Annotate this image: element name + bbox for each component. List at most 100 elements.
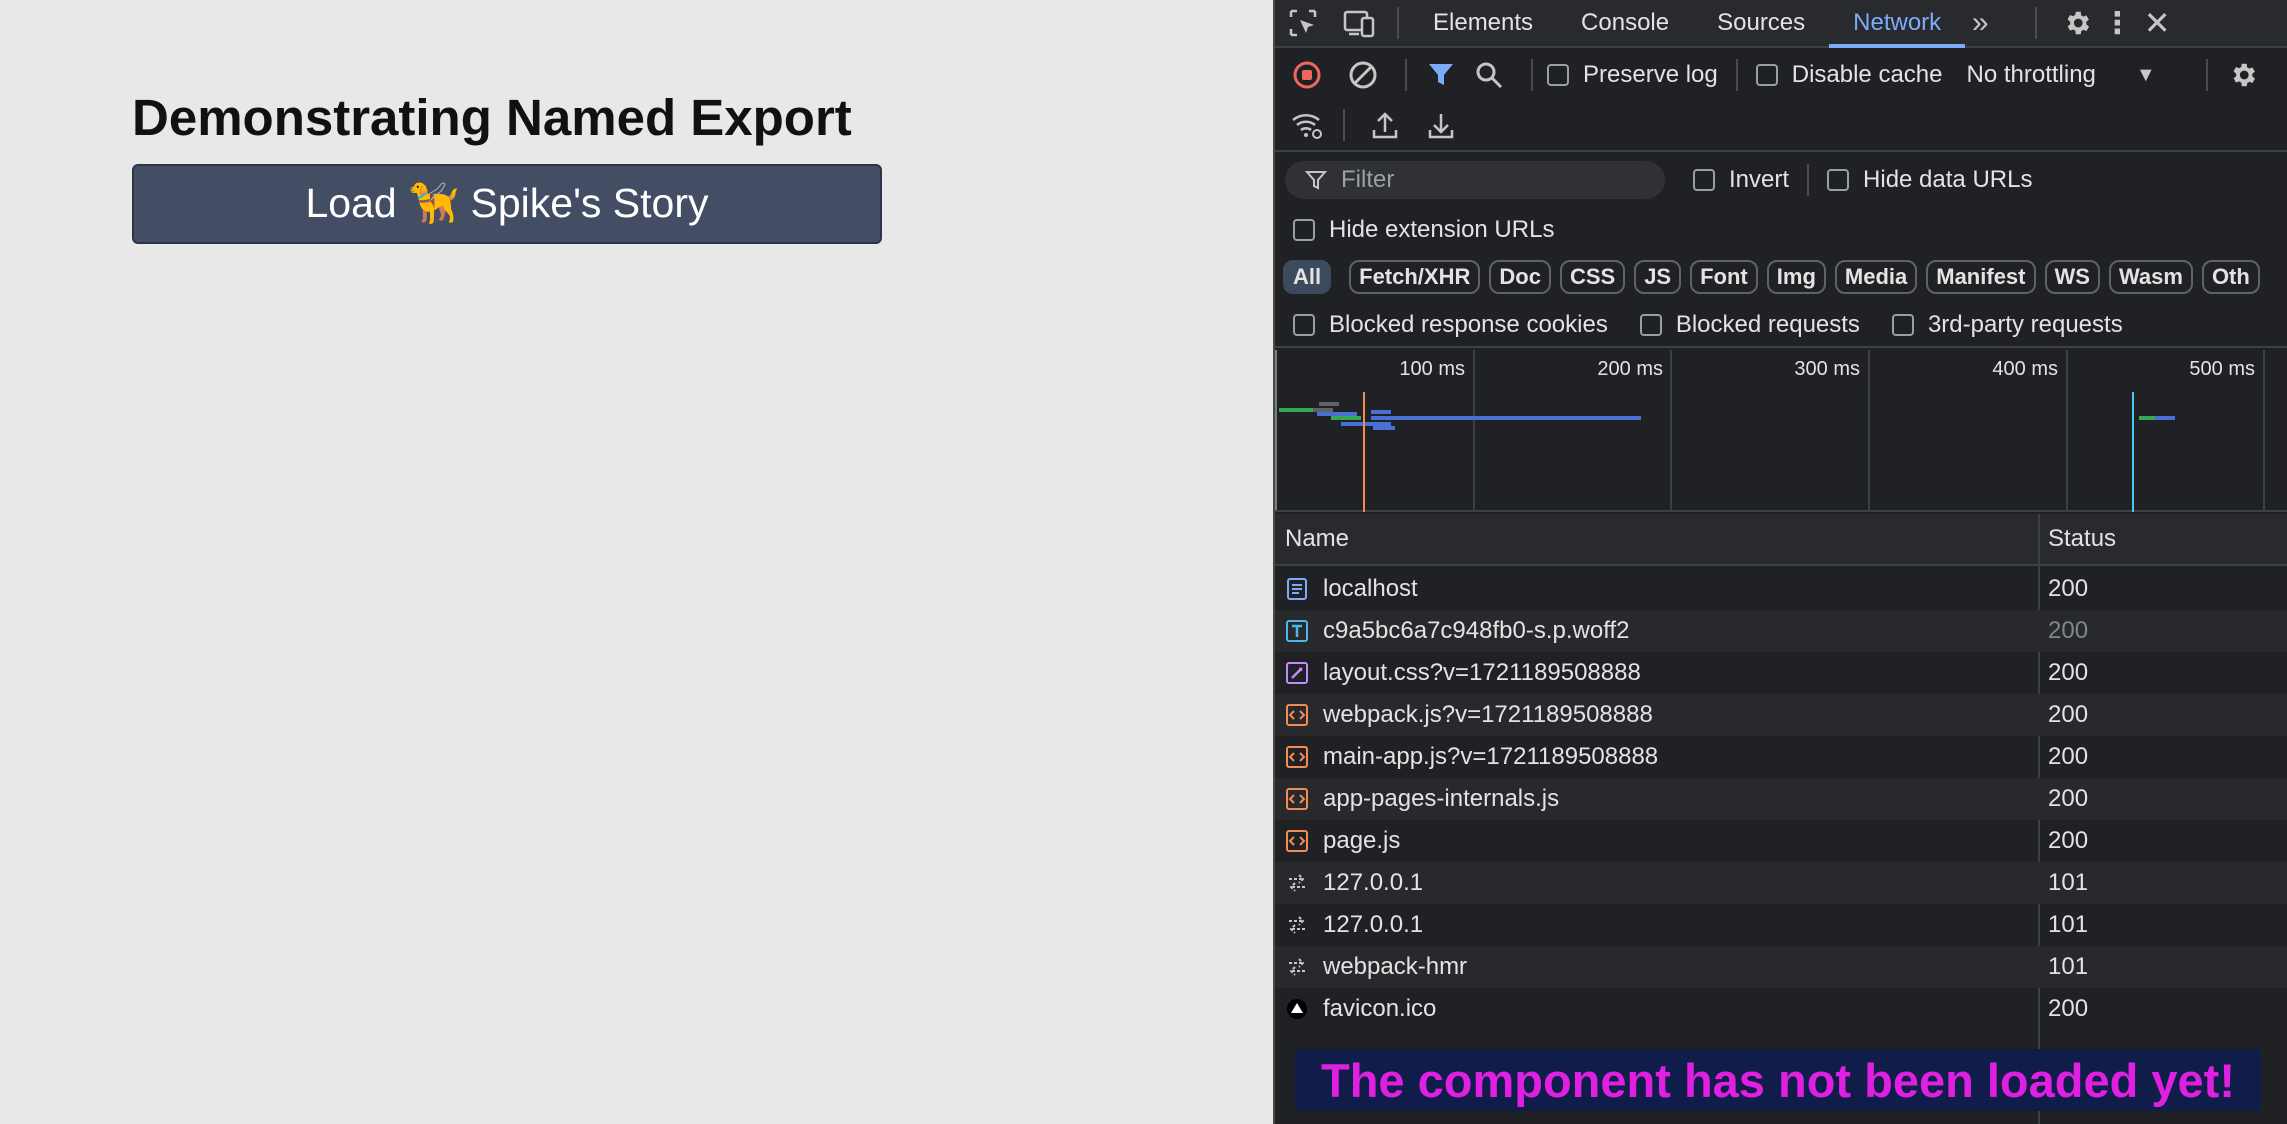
request-name-cell: localhost (1285, 575, 1418, 603)
more-tabs-icon[interactable]: » (1965, 6, 1995, 40)
timeline-bar (2139, 416, 2155, 420)
network-conditions-wifi-icon[interactable] (1279, 110, 1335, 140)
table-row[interactable]: main-app.js?v=1721189508888 200 (1275, 736, 2287, 778)
checkbox-box[interactable] (1547, 64, 1569, 86)
document-icon (1285, 577, 1309, 601)
checkbox-box[interactable] (1293, 314, 1315, 336)
more-options-icon[interactable]: ⋮ (2097, 6, 2137, 41)
hide-extension-urls-checkbox[interactable]: Hide extension URLs (1293, 216, 1554, 244)
timeline-bar (1319, 402, 1339, 406)
column-header-name[interactable]: Name (1275, 514, 1349, 564)
type-filter-manifest[interactable]: Manifest (1926, 260, 2036, 294)
dropdown-arrow-icon: ▼ (2135, 63, 2156, 86)
search-icon[interactable] (1461, 61, 1517, 89)
checkbox-box[interactable] (1293, 219, 1315, 241)
timeline-bar (2155, 416, 2175, 420)
request-name: favicon.ico (1323, 995, 1437, 1022)
load-story-button[interactable]: Load 🦮 Spike's Story (132, 164, 882, 244)
request-name-cell: page.js (1285, 827, 1400, 855)
component-status-banner: The component has not been loaded yet! (1295, 1049, 2261, 1111)
clear-icon[interactable] (1335, 60, 1391, 90)
filter-funnel-icon[interactable] (1421, 61, 1461, 89)
column-header-status-label: Status (2048, 525, 2117, 552)
divider (1807, 164, 1810, 196)
blocked-cookies-label: Blocked response cookies (1329, 311, 1608, 338)
filter-input[interactable]: Filter (1285, 161, 1665, 199)
tab-console[interactable]: Console (1557, 0, 1693, 46)
import-har-upload-icon[interactable] (1357, 110, 1413, 140)
tab-elements[interactable]: Elements (1409, 0, 1557, 46)
device-toolbar-icon[interactable] (1331, 0, 1387, 46)
checkbox-box[interactable] (1755, 64, 1778, 86)
type-filter-fetch-xhr[interactable]: Fetch/XHR (1349, 260, 1481, 294)
request-name-cell: 127.0.0.1 (1285, 869, 1423, 897)
type-filter-wasm[interactable]: Wasm (2108, 260, 2193, 294)
request-name-cell: app-pages-internals.js (1285, 785, 1559, 813)
network-settings-gear-icon[interactable] (2228, 60, 2258, 90)
checkbox-box[interactable] (1891, 314, 1914, 336)
websocket-icon (1285, 955, 1309, 979)
checkbox-box[interactable] (1693, 169, 1715, 191)
type-filter-media[interactable]: Media (1834, 260, 1918, 294)
script-icon (1285, 787, 1309, 811)
type-filter-all[interactable]: All (1283, 260, 1332, 294)
table-row[interactable]: 127.0.0.1 101 (1275, 862, 2287, 904)
request-status: 200 (2048, 659, 2089, 686)
table-row[interactable]: 127.0.0.1 101 (1275, 904, 2287, 946)
third-party-label: 3rd-party requests (1927, 311, 2123, 338)
table-row[interactable]: page.js 200 (1275, 820, 2287, 862)
column-header-status[interactable]: Status (2038, 514, 2116, 564)
type-filter-other[interactable]: Oth (2201, 260, 2260, 294)
table-row[interactable]: c9a5bc6a7c948fb0-s.p.woff2 200 (1275, 610, 2287, 652)
type-filter-label: WS (2054, 264, 2090, 289)
inspect-element-icon[interactable] (1275, 0, 1331, 46)
type-filter-font[interactable]: Font (1690, 260, 1758, 294)
preserve-log-checkbox[interactable]: Preserve log (1547, 61, 1718, 89)
request-status: 200 (2048, 743, 2089, 770)
third-party-checkbox[interactable]: 3rd-party requests (1891, 311, 2123, 339)
table-row[interactable]: localhost 200 (1275, 568, 2287, 610)
invert-checkbox[interactable]: Invert (1693, 166, 1789, 194)
timeline-label: 300 ms (1794, 358, 1860, 380)
request-status: 200 (2048, 701, 2089, 728)
devtools-tabbar: Elements Console Sources Network » ⋮ ✕ (1275, 0, 2287, 48)
blocked-cookies-checkbox[interactable]: Blocked response cookies (1293, 311, 1608, 339)
settings-gear-icon[interactable] (2057, 8, 2097, 38)
request-status: 200 (2048, 785, 2089, 812)
request-name: 127.0.0.1 (1323, 869, 1424, 896)
tab-console-label: Console (1581, 9, 1670, 36)
type-filter-js[interactable]: JS (1634, 260, 1682, 294)
timeline-gridline (2066, 350, 2068, 510)
type-filter-ws[interactable]: WS (2044, 260, 2100, 294)
table-row[interactable]: favicon.ico 200 (1275, 988, 2287, 1030)
table-row[interactable]: webpack-hmr 101 (1275, 946, 2287, 988)
type-filter-label: Wasm (2118, 264, 2183, 289)
blocked-requests-checkbox[interactable]: Blocked requests (1639, 311, 1860, 339)
request-name-cell: c9a5bc6a7c948fb0-s.p.woff2 (1285, 617, 1629, 645)
checkbox-box[interactable] (1827, 169, 1850, 191)
disable-cache-checkbox[interactable]: Disable cache (1755, 61, 1942, 89)
type-filter-label: Img (1776, 264, 1816, 289)
type-filter-doc[interactable]: Doc (1489, 260, 1551, 294)
hide-data-urls-checkbox[interactable]: Hide data URLs (1827, 166, 2032, 194)
page-content: Demonstrating Named Export Load 🦮 Spike'… (0, 0, 1273, 1124)
websocket-icon (1285, 913, 1309, 937)
checkbox-box[interactable] (1639, 314, 1662, 336)
type-filter-img[interactable]: Img (1766, 260, 1826, 294)
record-stop-icon[interactable] (1279, 60, 1335, 90)
divider (1531, 59, 1533, 91)
table-row[interactable]: app-pages-internals.js 200 (1275, 778, 2287, 820)
table-row[interactable]: webpack.js?v=1721189508888 200 (1275, 694, 2287, 736)
close-icon[interactable]: ✕ (2137, 4, 2177, 42)
request-name-cell: favicon.ico (1285, 995, 1436, 1023)
tab-sources[interactable]: Sources (1693, 0, 1829, 46)
table-row[interactable]: layout.css?v=1721189508888 200 (1275, 652, 2287, 694)
request-name: 127.0.0.1 (1323, 911, 1424, 938)
network-timeline-overview[interactable]: 100 ms 200 ms 300 ms 400 ms 500 ms (1275, 350, 2287, 512)
export-har-download-icon[interactable] (1413, 110, 1469, 140)
tab-network[interactable]: Network (1829, 0, 1966, 48)
request-name-cell: webpack.js?v=1721189508888 (1285, 701, 1653, 729)
throttling-select[interactable]: No throttling ▼ (1966, 61, 2155, 89)
request-status: 200 (2048, 575, 2089, 602)
type-filter-css[interactable]: CSS (1559, 260, 1626, 294)
